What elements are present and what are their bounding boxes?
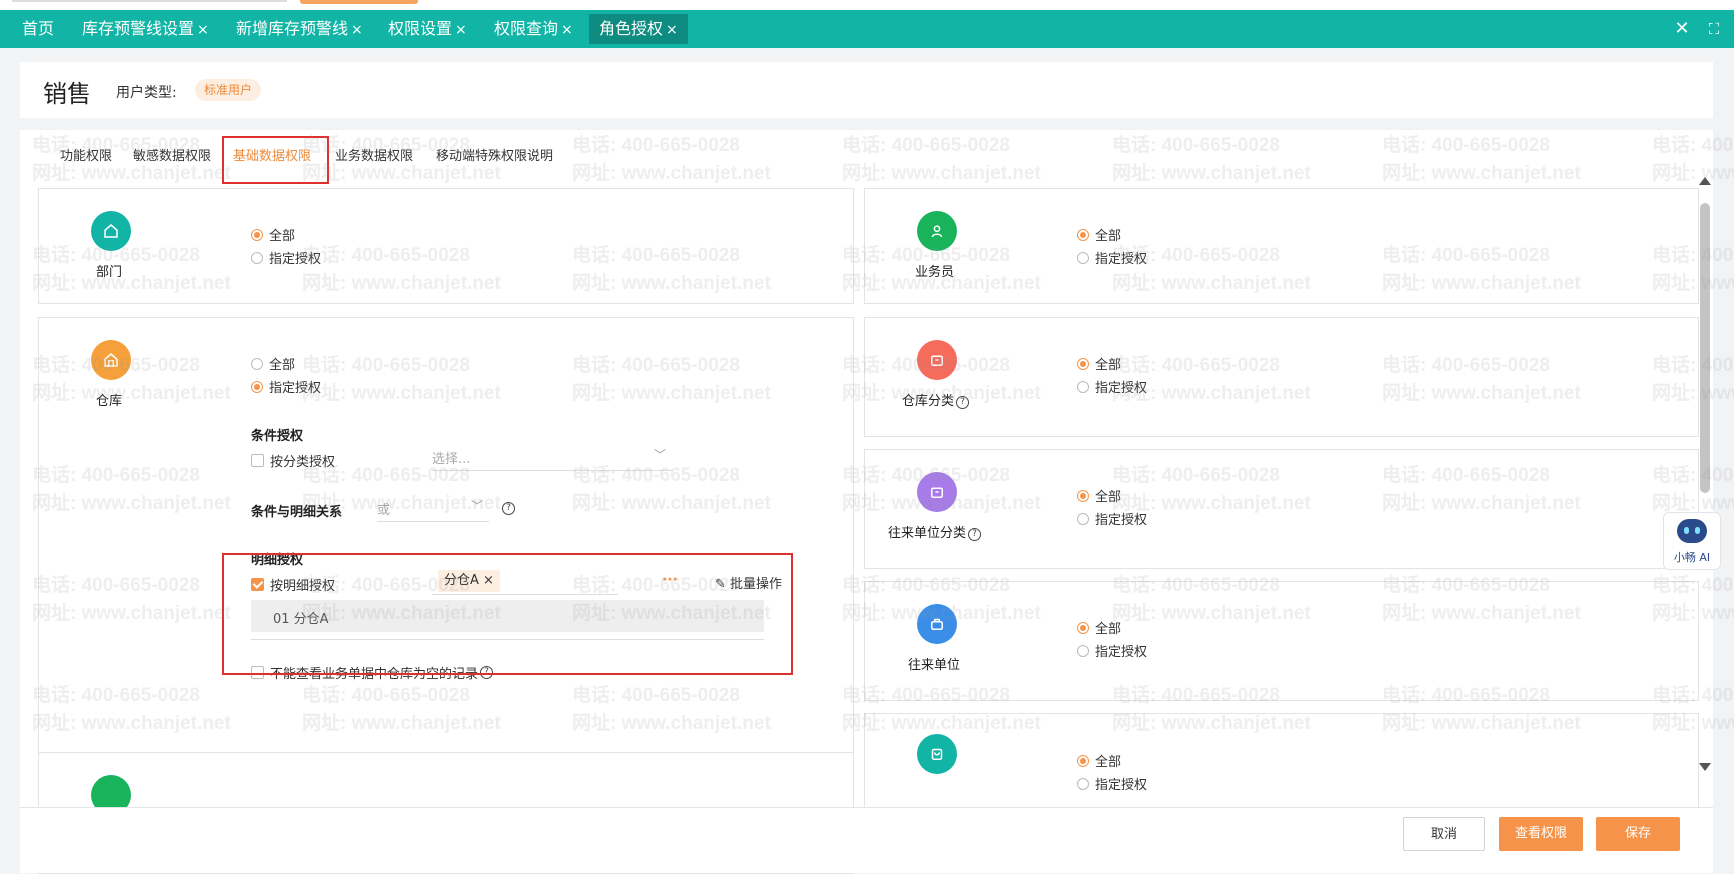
relation-select[interactable]: 或 ﹀ — [377, 499, 489, 522]
partner-panel: 往来单位 全部 指定授权 — [864, 581, 1699, 701]
cancel-button[interactable]: 取消 — [1403, 817, 1485, 851]
department-radio-specified[interactable]: 指定授权 — [251, 248, 321, 267]
tab-role-authorization[interactable]: 角色授权 × — [589, 14, 688, 44]
warehouse-category-radio-all[interactable]: 全部 — [1077, 354, 1121, 373]
salesperson-label: 业务员 — [915, 265, 955, 280]
home-icon — [91, 211, 131, 251]
close-icon[interactable]: × — [197, 22, 209, 38]
category-select[interactable]: 选择... ﹀ — [432, 448, 672, 471]
bag-icon — [917, 734, 957, 774]
partner-radio-specified[interactable]: 指定授权 — [1077, 641, 1147, 660]
page-title: 销售 — [43, 80, 91, 108]
top-strip — [0, 0, 1734, 10]
close-icon[interactable]: × — [561, 22, 573, 38]
partner-category-panel: 往来单位分类? 全部 指定授权 — [864, 449, 1699, 569]
view-permissions-button[interactable]: 查看权限 — [1499, 817, 1583, 851]
tab-stock-warning-settings[interactable]: 库存预警线设置 × — [82, 10, 209, 48]
subtab-function[interactable]: 功能权限 — [60, 145, 112, 164]
scroll-up-icon[interactable] — [1699, 177, 1711, 185]
warehouse-category-panel: 仓库分类? 全部 指定授权 — [864, 317, 1699, 437]
partner-radio-all[interactable]: 全部 — [1077, 618, 1121, 637]
condition-auth-title: 条件授权 — [251, 429, 304, 444]
robot-icon — [1677, 519, 1707, 543]
salesperson-radio-specified[interactable]: 指定授权 — [1077, 248, 1147, 267]
warehouse-radio-specified[interactable]: 指定授权 — [251, 377, 321, 396]
tab-home[interactable]: 首页 — [22, 10, 54, 48]
close-icon[interactable]: × — [455, 22, 467, 38]
warehouse-category-label: 仓库分类? — [902, 390, 970, 409]
help-icon[interactable]: ? — [968, 528, 982, 541]
relation-label: 条件与明细关系 — [251, 505, 343, 520]
warehouse-icon — [91, 340, 131, 380]
user-type-badge: 标准用户 — [195, 79, 262, 101]
department-radio-all[interactable]: 全部 — [251, 225, 295, 244]
partner-category-radio-specified[interactable]: 指定授权 — [1077, 509, 1147, 528]
help-icon[interactable]: ? — [956, 396, 970, 409]
ai-assistant-button[interactable]: 小畅 AI — [1663, 512, 1721, 570]
salesperson-panel: 业务员 全部 指定授权 — [864, 188, 1699, 304]
department-label: 部门 — [96, 265, 123, 280]
department-panel: 部门 全部 指定授权 — [38, 188, 854, 304]
salesperson-radio-all[interactable]: 全部 — [1077, 225, 1121, 244]
subtab-mobile-special[interactable]: 移动端特殊权限说明 — [436, 145, 553, 164]
person-icon — [917, 211, 957, 251]
fullscreen-icon[interactable]: ⛶ — [1700, 10, 1728, 48]
warehouse-radio-all[interactable]: 全部 — [251, 354, 295, 373]
close-icon[interactable]: × — [666, 22, 678, 38]
chevron-down-icon: ﹀ — [653, 448, 666, 462]
close-icon[interactable]: × — [351, 22, 363, 38]
fifth-radio-specified[interactable]: 指定授权 — [1077, 774, 1147, 793]
partner-category-radio-all[interactable]: 全部 — [1077, 486, 1121, 505]
tab-new-stock-warning[interactable]: 新增库存预警线 × — [236, 10, 363, 48]
role-header: 销售 用户类型: 标准用户 — [20, 62, 1713, 118]
chevron-down-icon: ﹀ — [470, 499, 483, 513]
search-stub — [12, 0, 287, 2]
close-all-tabs-icon[interactable]: ✕ — [1668, 10, 1696, 48]
tab-bar: 首页 库存预警线设置 × 新增库存预警线 × 权限设置 × 权限查询 × 角色授权 × — [0, 10, 1734, 48]
scroll-down-icon[interactable] — [1699, 763, 1711, 771]
main-card: 功能权限 敏感数据权限 基础数据权限 业务数据权限 移动端特殊权限说明 部门 全… — [20, 130, 1713, 874]
footer-bar: 取消 查看权限 保存 — [20, 808, 1713, 873]
highlight-box-subtab — [222, 136, 329, 184]
warehouse-label: 仓库 — [96, 394, 123, 409]
scroll-thumb[interactable] — [1700, 203, 1710, 493]
subtab-sensitive-data[interactable]: 敏感数据权限 — [133, 145, 211, 164]
tab-permission-query[interactable]: 权限查询 × — [494, 10, 573, 48]
ai-assistant-label: 小畅 AI — [1673, 551, 1711, 564]
highlight-box-detail — [222, 553, 793, 675]
user-type-label: 用户类型: — [116, 85, 177, 101]
help-icon[interactable]: ? — [502, 502, 515, 515]
box-icon — [917, 340, 957, 380]
by-category-checkbox[interactable]: 按分类授权 — [251, 451, 335, 470]
scrollbar[interactable] — [1697, 175, 1714, 775]
partner-category-label: 往来单位分类? — [888, 522, 982, 541]
subtab-business-data[interactable]: 业务数据权限 — [335, 145, 413, 164]
save-button[interactable]: 保存 — [1596, 817, 1680, 851]
box-icon — [917, 472, 957, 512]
partner-label: 往来单位 — [908, 658, 961, 673]
orange-button-stub — [300, 0, 418, 4]
tab-permission-settings[interactable]: 权限设置 × — [388, 10, 467, 48]
briefcase-icon — [917, 604, 957, 644]
fifth-radio-all[interactable]: 全部 — [1077, 751, 1121, 770]
warehouse-category-radio-specified[interactable]: 指定授权 — [1077, 377, 1147, 396]
